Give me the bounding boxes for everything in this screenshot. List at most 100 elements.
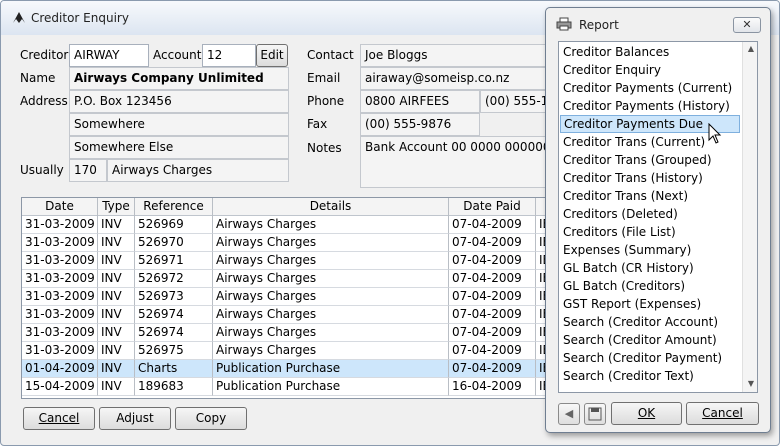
printer-icon [556, 17, 572, 31]
cell-date: 15-04-2009 [22, 378, 98, 396]
table-row[interactable]: 31-03-2009 INV 526975 Airways Charges 07-04-… [22, 342, 550, 360]
close-icon[interactable]: ✕ [733, 17, 761, 33]
cell-details: Airways Charges [213, 234, 449, 252]
app-icon [13, 12, 25, 23]
cell-type: INV [98, 342, 135, 360]
scroll-down-arrow-icon[interactable]: ▼ [746, 379, 756, 389]
back-arrow-icon[interactable]: ◀ [558, 403, 580, 425]
col-header-date-paid[interactable]: Date Paid [449, 198, 536, 216]
cell-details: Airways Charges [213, 270, 449, 288]
table-row[interactable]: 31-03-2009 INV 526970 Airways Charges 07-04-… [22, 234, 550, 252]
report-list-item[interactable]: Creditor Enquiry [560, 61, 740, 79]
table-row[interactable]: 31-03-2009 INV 526969 Airways Charges 07-04-… [22, 216, 550, 234]
ok-button[interactable]: OK [611, 402, 682, 425]
name-label: Name [20, 71, 56, 85]
cancel-button[interactable]: Cancel [23, 407, 95, 430]
report-list-item[interactable]: Search (Creditor Amount) [560, 331, 740, 349]
col-header-details[interactable]: Details [213, 198, 449, 216]
col-header-date[interactable]: Date [22, 198, 98, 216]
report-list-item[interactable]: Creditor Balances [560, 43, 740, 61]
table-row[interactable]: 31-03-2009 INV 526974 Airways Charges 07-04-… [22, 306, 550, 324]
col-header-reference[interactable]: Reference [135, 198, 213, 216]
contact-label: Contact [307, 48, 354, 62]
report-list-item[interactable]: Creditor Trans (Next) [560, 187, 740, 205]
fax-label: Fax [307, 117, 328, 131]
report-list-item[interactable]: Search (Creditor Text) [560, 367, 740, 385]
report-list-item[interactable]: Search (Creditor Payment) [560, 349, 740, 367]
cell-reference: Charts [135, 360, 213, 378]
cell-type: INV [98, 306, 135, 324]
report-list-item[interactable]: Creditors (File List) [560, 223, 740, 241]
email-label: Email [307, 71, 341, 85]
cell-type: INV [98, 360, 135, 378]
cell-reference: 189683 [135, 378, 213, 396]
cell-reference: 526969 [135, 216, 213, 234]
notes-field: Bank Account 00 0000 0000000 0 [360, 136, 546, 188]
report-list-item[interactable]: Creditor Trans (Grouped) [560, 151, 740, 169]
cell-type: INV [98, 234, 135, 252]
cell-type: INV [98, 324, 135, 342]
creditor-code-field[interactable]: AIRWAY [69, 44, 149, 67]
cell-reference: 526972 [135, 270, 213, 288]
cell-date: 31-03-2009 [22, 306, 98, 324]
save-icon[interactable] [584, 403, 606, 425]
report-list-item[interactable]: Expenses (Summary) [560, 241, 740, 259]
table-row[interactable]: 15-04-2009 INV 189683 Publication Purchase 1… [22, 378, 550, 396]
cell-details: Airways Charges [213, 306, 449, 324]
transactions-table[interactable]: Date Type Reference Details Date Paid Vi… [21, 197, 551, 399]
adjust-button[interactable]: Adjust [99, 407, 171, 430]
phone-label: Phone [307, 94, 345, 108]
report-list-item[interactable]: Creditor Payments (Current) [560, 79, 740, 97]
mouse-cursor-icon [708, 123, 722, 144]
cell-type: INV [98, 252, 135, 270]
table-header: Date Type Reference Details Date Paid Vi [22, 198, 550, 216]
address-line-3: Somewhere Else [69, 136, 289, 159]
report-list-item[interactable]: GL Batch (Creditors) [560, 277, 740, 295]
report-list[interactable]: Creditor Balances Creditor Enquiry Credito… [558, 41, 758, 393]
report-list-item[interactable]: GL Batch (CR History) [560, 259, 740, 277]
table-row[interactable]: 01-04-2009 INV Charts Publication Purchase 0… [22, 360, 550, 378]
account-field[interactable]: 12 [202, 44, 256, 67]
ok-button-label: OK [637, 406, 656, 420]
cell-reference: 526973 [135, 288, 213, 306]
cell-date-paid: 07-04-2009 [449, 360, 536, 378]
cancel-button-label: Cancel [38, 411, 80, 425]
cell-date-paid: 07-04-2009 [449, 216, 536, 234]
address-label: Address [20, 94, 68, 108]
edit-button[interactable]: Edit [256, 44, 288, 67]
fax-field: (00) 555-9876 [360, 113, 480, 136]
cell-type: INV [98, 378, 135, 396]
cell-date-paid: 07-04-2009 [449, 324, 536, 342]
cell-details: Airways Charges [213, 216, 449, 234]
cell-type: INV [98, 270, 135, 288]
cell-reference: 526975 [135, 342, 213, 360]
table-row[interactable]: 31-03-2009 INV 526971 Airways Charges 07-04-… [22, 252, 550, 270]
cell-date-paid: 07-04-2009 [449, 252, 536, 270]
table-row[interactable]: 31-03-2009 INV 526974 Airways Charges 07-04-… [22, 324, 550, 342]
report-list-item[interactable]: Creditor Payments (History) [560, 97, 740, 115]
cell-date: 01-04-2009 [22, 360, 98, 378]
report-list-item[interactable]: Search (Creditor Account) [560, 313, 740, 331]
col-header-type[interactable]: Type [98, 198, 135, 216]
cell-reference: 526974 [135, 324, 213, 342]
cell-date: 31-03-2009 [22, 252, 98, 270]
copy-button[interactable]: Copy [175, 407, 247, 430]
table-row[interactable]: 31-03-2009 INV 526972 Airways Charges 07-04-… [22, 270, 550, 288]
phone2-field: (00) 555-12 [480, 90, 546, 113]
cell-reference: 526970 [135, 234, 213, 252]
creditor-label: Creditor [20, 48, 69, 62]
notes-label: Notes [307, 141, 342, 155]
cell-date: 31-03-2009 [22, 234, 98, 252]
cell-date-paid: 07-04-2009 [449, 288, 536, 306]
cell-details: Airways Charges [213, 252, 449, 270]
report-list-scrollbar[interactable]: ▲ ▼ [742, 42, 757, 392]
report-cancel-button[interactable]: Cancel [686, 402, 759, 425]
contact-field: Joe Bloggs [360, 44, 546, 67]
table-row[interactable]: 31-03-2009 INV 526973 Airways Charges 07-04-… [22, 288, 550, 306]
report-list-item[interactable]: Creditor Trans (History) [560, 169, 740, 187]
report-list-item[interactable]: Creditors (Deleted) [560, 205, 740, 223]
cell-date: 31-03-2009 [22, 288, 98, 306]
scroll-up-arrow-icon[interactable]: ▲ [746, 44, 756, 54]
cell-details: Publication Purchase [213, 378, 449, 396]
report-list-item[interactable]: GST Report (Expenses) [560, 295, 740, 313]
